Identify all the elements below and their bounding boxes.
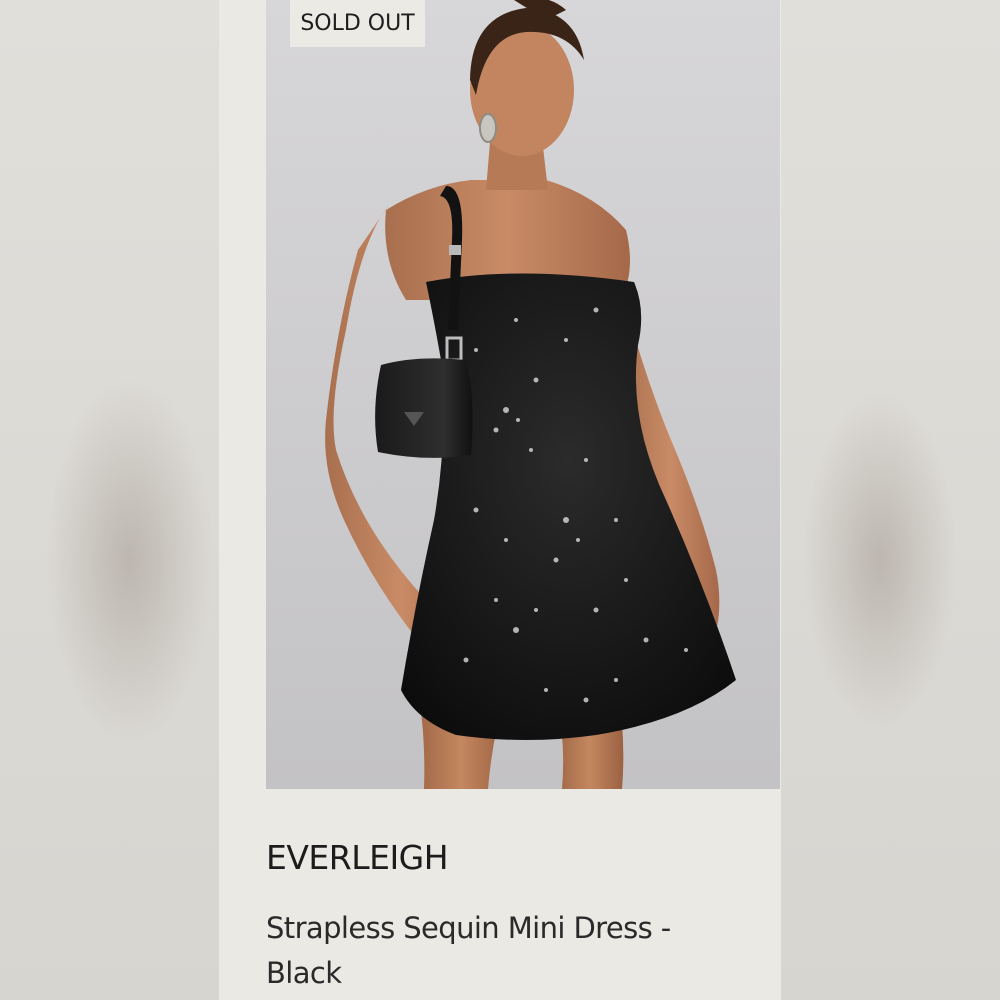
product-title[interactable]: Strapless Sequin Mini Dress - Black (266, 906, 686, 996)
product-card[interactable]: SOLD OUT EVERLEIGH Strapless Sequin Mini… (219, 0, 781, 1000)
sold-out-badge: SOLD OUT (290, 0, 425, 47)
product-image[interactable]: SOLD OUT (266, 0, 780, 789)
brand-name[interactable]: EVERLEIGH (266, 838, 449, 877)
